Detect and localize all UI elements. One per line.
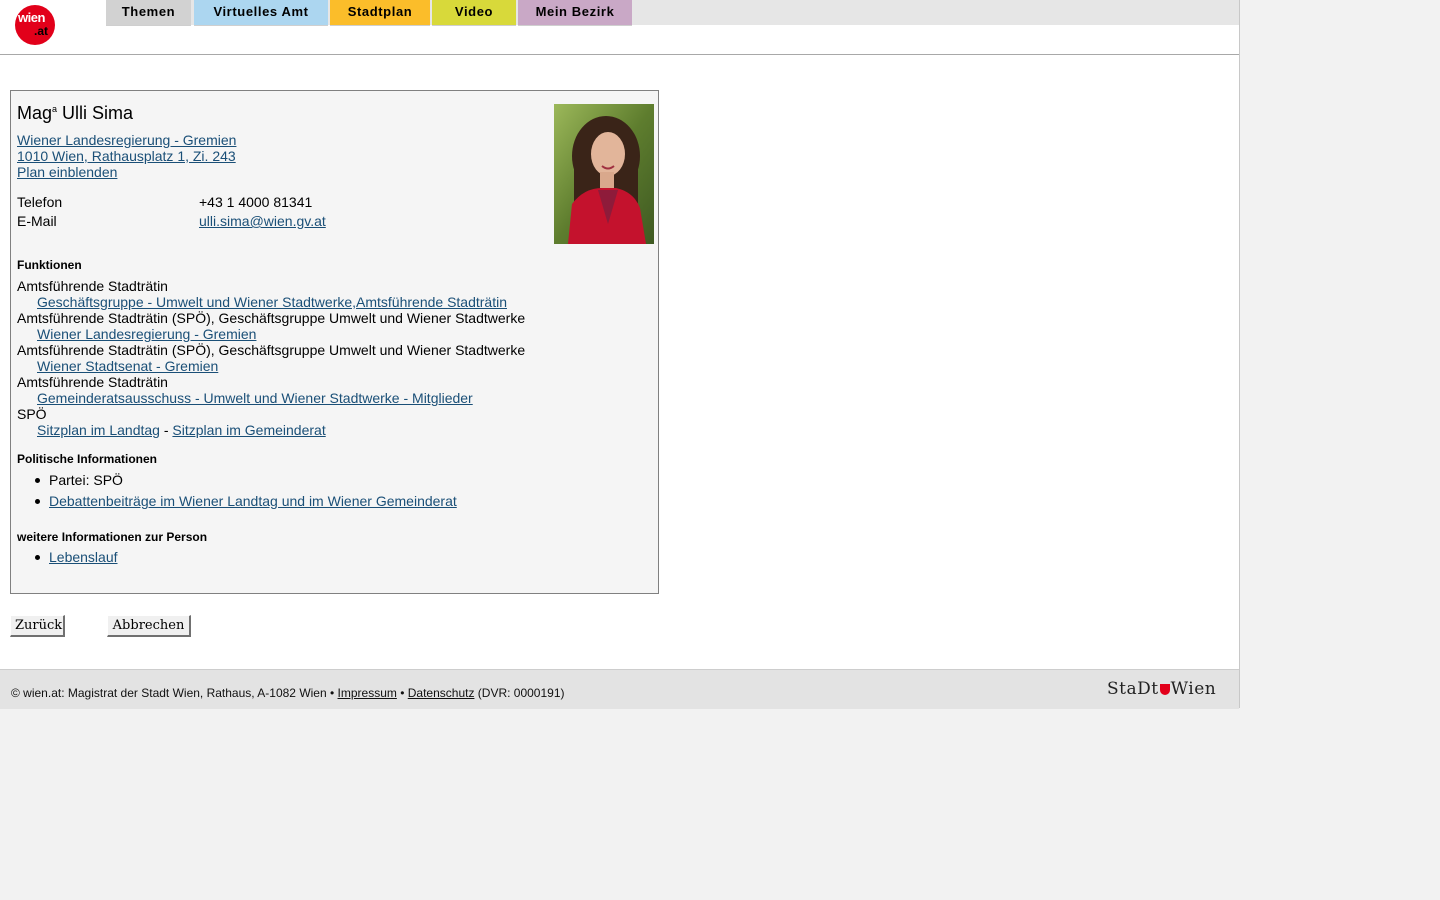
footer-text: © wien.at: Magistrat der Stadt Wien, Rat… <box>11 686 565 700</box>
back-button[interactable]: Zurück <box>10 615 65 637</box>
function-link-3[interactable]: Wiener Stadtsenat - Gremien <box>37 358 218 374</box>
bullet-icon <box>35 499 40 504</box>
tab-video[interactable]: Video <box>432 0 516 26</box>
cancel-button[interactable]: Abbrechen <box>107 615 191 637</box>
person-name: Maga Ulli Sima <box>17 103 134 123</box>
email-link[interactable]: ulli.sima@wien.gv.at <box>199 213 326 229</box>
function-role-3: Amtsführende Stadträtin (SPÖ), Geschäfts… <box>17 342 526 358</box>
debate-link[interactable]: Debattenbeiträge im Wiener Landtag und i… <box>49 493 457 509</box>
address-link[interactable]: 1010 Wien, Rathausplatz 1, Zi. 243 <box>17 148 236 164</box>
seat-plan-gemeinderat-link[interactable]: Sitzplan im Gemeinderat <box>172 422 325 438</box>
phone-value: +43 1 4000 81341 <box>199 194 313 210</box>
footer-copyright: © wien.at: Magistrat der Stadt Wien, Rat… <box>11 686 338 700</box>
seat-plan-separator: - <box>159 422 173 438</box>
page: wien .at Themen Virtuelles Amt Stadtplan… <box>0 0 1240 709</box>
logo-text-bottom: .at <box>34 24 49 38</box>
impressum-link[interactable]: Impressum <box>338 686 397 700</box>
functions-heading: Funktionen <box>17 258 82 272</box>
logo-stadt-text: StaDt <box>1107 679 1159 699</box>
function-role-4: Amtsführende Stadträtin <box>17 374 168 390</box>
function-link-4[interactable]: Gemeinderatsausschuss - Umwelt und Wiene… <box>37 390 473 406</box>
bullet-icon <box>35 555 40 560</box>
function-role-1: Amtsführende Stadträtin <box>17 278 168 294</box>
phone-label: Telefon <box>17 194 63 210</box>
logo-text-top: wien <box>18 10 45 25</box>
political-info-heading: Politische Informationen <box>17 452 158 466</box>
stadt-wien-logo[interactable]: StaDt Wien <box>1107 679 1216 699</box>
function-role-2: Amtsführende Stadträtin (SPÖ), Geschäfts… <box>17 310 526 326</box>
map-link[interactable]: Plan einblenden <box>17 164 117 180</box>
tab-stadtplan[interactable]: Stadtplan <box>330 0 430 26</box>
party-item: Partei: SPÖ <box>49 472 123 488</box>
footer-dvr: (DVR: 0000191) <box>474 686 565 700</box>
seat-plan-landtag-link[interactable]: Sitzplan im Landtag <box>37 422 160 438</box>
tab-mein-bezirk[interactable]: Mein Bezirk <box>518 0 632 26</box>
function-link-1[interactable]: Geschäftsgruppe - Umwelt und Wiener Stad… <box>37 294 507 310</box>
tab-themen[interactable]: Themen <box>106 0 191 26</box>
bullet-icon <box>35 478 40 483</box>
email-label: E-Mail <box>17 213 57 229</box>
footer-bullet: • <box>396 686 408 700</box>
cv-link[interactable]: Lebenslauf <box>49 549 118 565</box>
more-info-heading: weitere Informationen zur Person <box>17 530 208 544</box>
seat-plan-links: Sitzplan im Landtag - Sitzplan im Gemein… <box>37 422 326 438</box>
portrait-image <box>554 104 654 244</box>
person-detail-box: Maga Ulli Sima Wiener Landesregierung - … <box>10 90 659 594</box>
org-link[interactable]: Wiener Landesregierung - Gremien <box>17 132 236 148</box>
function-link-2[interactable]: Wiener Landesregierung - Gremien <box>37 326 256 342</box>
wien-at-logo[interactable]: wien .at <box>15 5 55 45</box>
logo-wien-text: Wien <box>1170 679 1217 699</box>
footer: © wien.at: Magistrat der Stadt Wien, Rat… <box>0 669 1239 709</box>
party-label: SPÖ <box>17 406 47 422</box>
datenschutz-link[interactable]: Datenschutz <box>408 686 475 700</box>
tab-virtuelles-amt[interactable]: Virtuelles Amt <box>194 0 328 26</box>
wien-shield-icon <box>1159 684 1170 695</box>
person-photo <box>554 104 654 244</box>
